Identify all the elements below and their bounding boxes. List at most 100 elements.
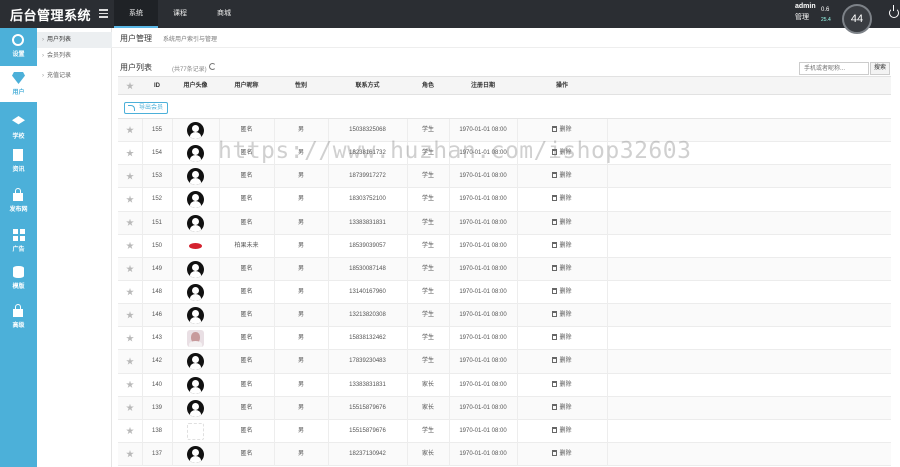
refresh-icon[interactable] bbox=[209, 63, 216, 70]
star-icon[interactable] bbox=[126, 334, 134, 342]
trash-icon bbox=[552, 334, 558, 341]
cell-role: 学生 bbox=[421, 196, 434, 203]
table-row: 137 匿名 男 18237130942 家长 1970-01-01 08:00 删除 bbox=[118, 442, 891, 467]
delete-button[interactable]: 删除 bbox=[517, 420, 607, 443]
delete-button[interactable]: 删除 bbox=[517, 350, 607, 373]
delete-button[interactable]: 删除 bbox=[517, 165, 607, 188]
sidebar-item[interactable]: 学校 bbox=[0, 110, 37, 146]
column-divider bbox=[407, 257, 408, 281]
star-icon[interactable] bbox=[126, 449, 134, 458]
star-icon[interactable] bbox=[126, 195, 134, 203]
column-divider bbox=[607, 419, 608, 443]
column-divider bbox=[449, 327, 450, 351]
gear-icon bbox=[12, 34, 24, 46]
cell-role: 家长 bbox=[421, 450, 434, 457]
user-table-body: 155 匿名男 15038325068 学生 1970-01-01 08:00 删除 154… bbox=[118, 119, 891, 467]
star-icon[interactable] bbox=[126, 426, 134, 435]
export-members-button[interactable]: 导出会员 bbox=[124, 102, 168, 114]
sidebar-item[interactable]: 模版 bbox=[0, 260, 37, 296]
delete-button[interactable]: 删除 bbox=[517, 281, 607, 304]
column-divider bbox=[274, 442, 275, 466]
column-divider bbox=[172, 234, 173, 258]
delete-button[interactable]: 删除 bbox=[517, 304, 607, 327]
power-icon[interactable] bbox=[889, 5, 899, 18]
table-row: 153 匿名 男 18739917272 学生 1970-01-01 08:00 删除 bbox=[118, 165, 891, 189]
column-divider bbox=[607, 280, 608, 304]
cell-role: 学生 bbox=[421, 219, 434, 226]
column-divider bbox=[517, 280, 518, 304]
sidebar-item[interactable]: 资讯 bbox=[0, 143, 37, 179]
table-row: 152 匿名 男 18303752100 学生 1970-01-01 08:00 删除 bbox=[118, 188, 891, 212]
star-icon[interactable] bbox=[126, 357, 134, 365]
sidebar-item[interactable]: 广告 bbox=[0, 223, 37, 259]
trash-icon bbox=[552, 449, 558, 456]
lock-icon bbox=[13, 188, 23, 201]
sidebar-item[interactable]: 发布网 bbox=[0, 183, 37, 219]
table-row: 138 匿名 男 15515879676 学生 1970-01-01 08:00 删除 bbox=[118, 419, 891, 443]
admin-role: 管理 bbox=[795, 14, 809, 21]
star-icon[interactable] bbox=[126, 241, 134, 249]
star-icon[interactable] bbox=[126, 311, 134, 319]
sidebar-item[interactable]: 用户 bbox=[0, 66, 37, 102]
delete-button[interactable]: 删除 bbox=[517, 443, 607, 466]
sidebar-item-label: 广告 bbox=[12, 247, 25, 253]
cell-nickname: 匿名 bbox=[240, 404, 253, 411]
delete-button[interactable]: 删除 bbox=[517, 327, 607, 350]
star-icon[interactable] bbox=[126, 380, 134, 388]
delete-button[interactable]: 删除 bbox=[517, 258, 607, 281]
sub-sidebar-item[interactable]: 会员列表 bbox=[37, 48, 112, 64]
sidebar-item[interactable]: 设置 bbox=[0, 28, 37, 64]
search-button[interactable]: 搜索 bbox=[870, 62, 890, 75]
menu-toggle-icon[interactable] bbox=[99, 9, 108, 18]
diamond-icon bbox=[12, 72, 25, 84]
column-divider bbox=[274, 188, 275, 212]
sidebar-item[interactable]: 高级 bbox=[0, 299, 37, 335]
column-divider bbox=[172, 257, 173, 281]
trash-icon bbox=[552, 403, 558, 410]
sub-sidebar-item[interactable]: 用户列表 bbox=[37, 32, 112, 48]
star-icon[interactable] bbox=[126, 218, 134, 226]
column-divider bbox=[607, 211, 608, 235]
top-nav-item[interactable]: 课程 bbox=[158, 0, 202, 28]
cell-nickname: 匿名 bbox=[240, 427, 253, 434]
column-divider bbox=[219, 304, 220, 328]
column-divider bbox=[517, 257, 518, 281]
column-divider bbox=[607, 396, 608, 420]
column-divider bbox=[219, 165, 220, 189]
star-icon[interactable] bbox=[126, 149, 134, 157]
main-content: 用户管理 系统用户索引与管理 用户列表 (共77条记录) 搜索 ID 用户头像 用户… bbox=[112, 28, 900, 467]
delete-button[interactable]: 删除 bbox=[517, 188, 607, 211]
delete-button[interactable]: 删除 bbox=[517, 397, 607, 420]
star-icon[interactable] bbox=[126, 403, 134, 411]
cell-phone: 18739917272 bbox=[349, 173, 386, 180]
sidebar-item-label: 高级 bbox=[12, 323, 25, 329]
cell-id: 151 bbox=[151, 219, 162, 226]
column-divider bbox=[328, 396, 329, 420]
avatar bbox=[187, 445, 204, 463]
star-icon[interactable] bbox=[126, 287, 134, 296]
cell-gender: 男 bbox=[297, 265, 304, 272]
page-title: 用户管理 bbox=[120, 34, 152, 43]
top-nav-item[interactable]: 商城 bbox=[202, 0, 246, 28]
delete-button[interactable]: 删除 bbox=[517, 235, 607, 258]
column-divider bbox=[142, 142, 143, 166]
cell-nickname: 匿名 bbox=[240, 312, 253, 319]
avatar bbox=[187, 283, 204, 301]
column-divider bbox=[517, 396, 518, 420]
star-icon[interactable] bbox=[126, 172, 134, 180]
star-icon[interactable] bbox=[126, 126, 134, 134]
delete-button[interactable]: 删除 bbox=[517, 374, 607, 397]
cell-date: 1970-01-01 08:00 bbox=[459, 381, 507, 388]
delete-button[interactable]: 删除 bbox=[517, 212, 607, 235]
column-divider bbox=[142, 304, 143, 328]
cell-nickname: 匿名 bbox=[240, 358, 253, 365]
cell-id: 148 bbox=[151, 288, 162, 295]
table-row: 150 柏果未来 男 18539039057 学生 1970-01-01 08:00 删除 bbox=[118, 234, 891, 258]
sub-sidebar-item[interactable]: 充值记录 bbox=[37, 68, 112, 84]
star-icon[interactable] bbox=[126, 264, 134, 273]
top-nav-item[interactable]: 系统 bbox=[114, 0, 158, 28]
search-input[interactable] bbox=[799, 62, 869, 75]
column-divider bbox=[142, 257, 143, 281]
column-divider bbox=[142, 119, 143, 142]
column-divider bbox=[517, 442, 518, 466]
